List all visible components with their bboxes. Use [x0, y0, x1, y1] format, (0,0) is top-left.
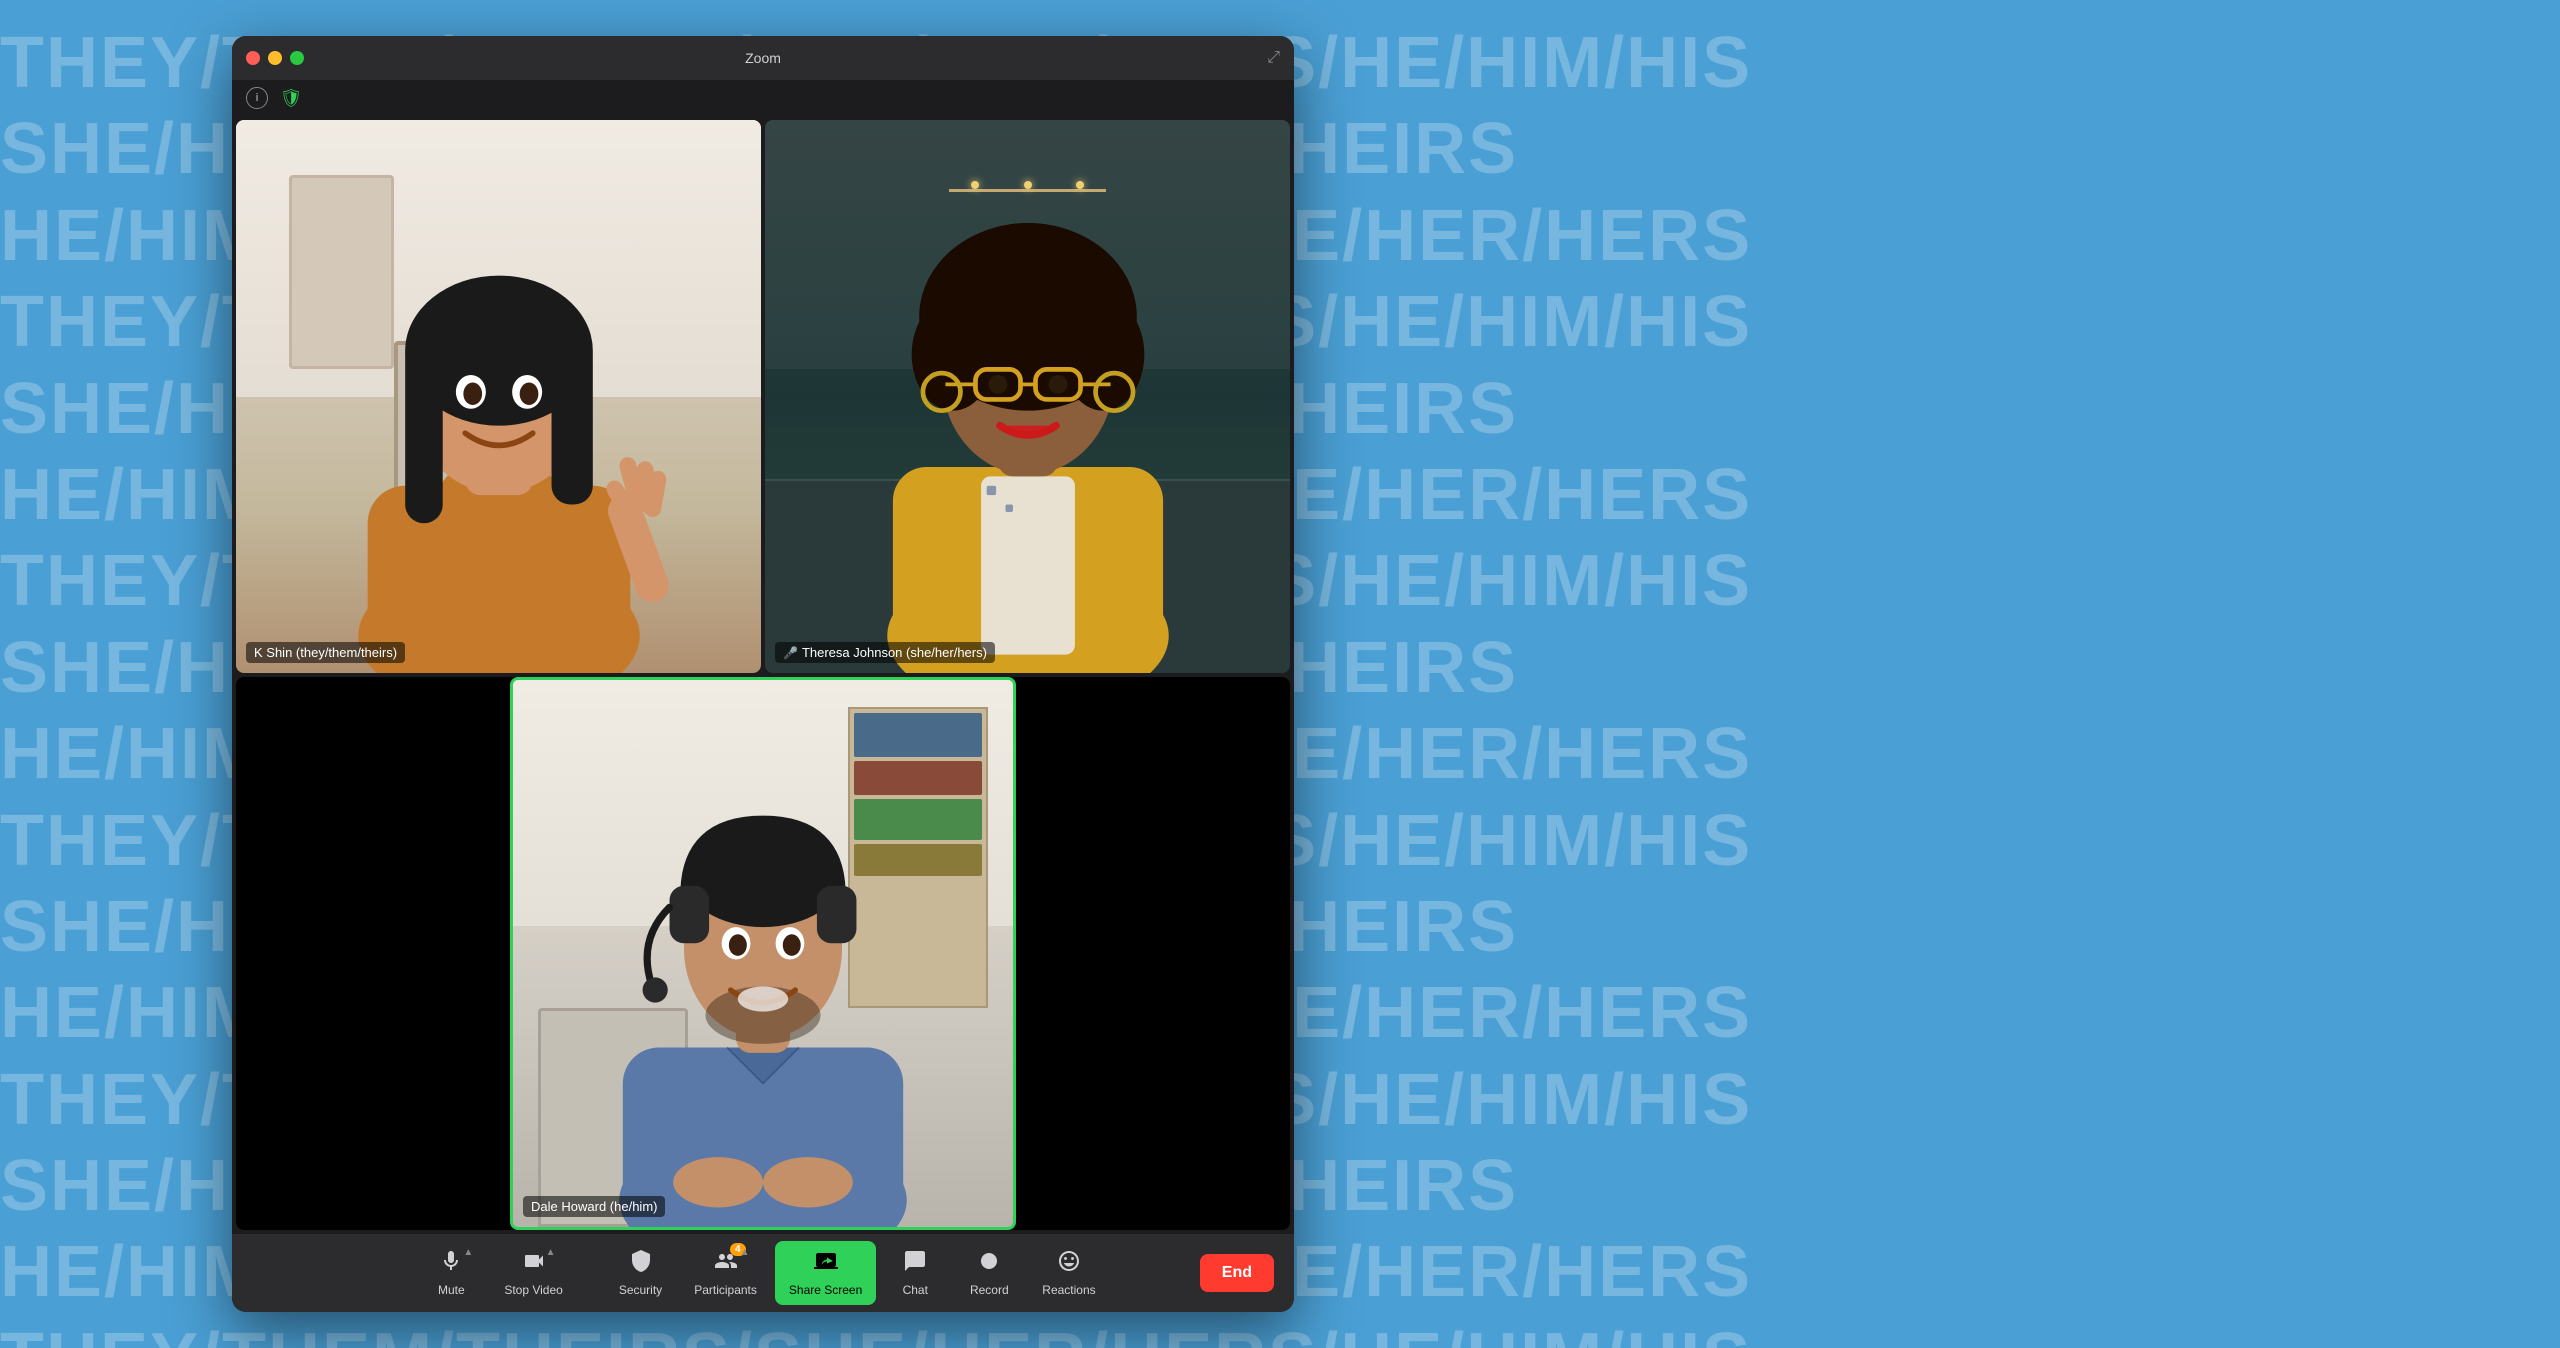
- video-cell-kshin: K Shin (they/them/theirs): [236, 120, 761, 673]
- toolbar: ▲ Mute ▲ Stop Video: [232, 1234, 1294, 1312]
- kshin-name: K Shin (they/them/theirs): [254, 645, 397, 660]
- participants-button[interactable]: 4 ▲ Participants: [680, 1241, 771, 1305]
- kshin-label: K Shin (they/them/theirs): [246, 642, 405, 663]
- security-icon: [629, 1249, 653, 1279]
- dale-label: Dale Howard (he/him): [523, 1196, 665, 1217]
- share-screen-label: Share Screen: [789, 1283, 862, 1297]
- reactions-button[interactable]: Reactions: [1028, 1241, 1109, 1305]
- share-screen-icon: [814, 1249, 838, 1279]
- security-button[interactable]: Security: [605, 1241, 676, 1305]
- toolbar-items: ▲ Mute ▲ Stop Video: [416, 1241, 1109, 1305]
- record-button[interactable]: Record: [954, 1241, 1024, 1305]
- dale-name: Dale Howard (he/him): [531, 1199, 657, 1214]
- mute-label: Mute: [438, 1283, 465, 1297]
- close-button[interactable]: [246, 51, 260, 65]
- stop-video-button[interactable]: ▲ Stop Video: [490, 1241, 577, 1305]
- video-chevron[interactable]: ▲: [546, 1247, 556, 1258]
- fullscreen-button[interactable]: [290, 51, 304, 65]
- theresa-label: 🎤 Theresa Johnson (she/her/hers): [775, 642, 995, 663]
- chat-label: Chat: [903, 1283, 928, 1297]
- info-bar: i 🛡: [232, 80, 1294, 116]
- theresa-mic-icon: 🎤: [783, 646, 798, 660]
- security-shield-icon: 🛡: [280, 87, 302, 109]
- chat-button[interactable]: Chat: [880, 1241, 950, 1305]
- video-cell-theresa: 🎤 Theresa Johnson (she/her/hers): [765, 120, 1290, 673]
- expand-control[interactable]: ⤢: [1267, 49, 1280, 67]
- info-icon[interactable]: i: [246, 87, 268, 109]
- minimize-button[interactable]: [268, 51, 282, 65]
- video-icon: ▲: [522, 1249, 546, 1279]
- traffic-lights: [246, 51, 304, 65]
- record-icon: [977, 1249, 1001, 1279]
- reactions-label: Reactions: [1042, 1283, 1095, 1297]
- security-label: Security: [619, 1283, 662, 1297]
- expand-icon: ⤢: [1267, 49, 1280, 66]
- title-bar: Zoom ⤢: [232, 36, 1294, 80]
- stop-video-label: Stop Video: [504, 1283, 563, 1297]
- participants-chevron[interactable]: ▲: [740, 1247, 750, 1258]
- window-title: Zoom: [745, 50, 781, 66]
- mute-button[interactable]: ▲ Mute: [416, 1241, 486, 1305]
- share-screen-button[interactable]: Share Screen: [775, 1241, 876, 1305]
- mute-icon: ▲: [439, 1249, 463, 1279]
- bg-row-16: THEY/THEM/THEIRS/SHE/HER/HERS/HE/HIM/HIS: [0, 1316, 2560, 1348]
- video-cell-dale: Dale Howard (he/him): [236, 677, 1290, 1230]
- zoom-window: Zoom ⤢ i 🛡: [232, 36, 1294, 1312]
- theresa-name: Theresa Johnson (she/her/hers): [802, 645, 987, 660]
- video-grid: K Shin (they/them/theirs): [232, 116, 1294, 1234]
- reactions-icon: [1057, 1249, 1081, 1279]
- mute-chevron[interactable]: ▲: [463, 1247, 473, 1258]
- record-label: Record: [970, 1283, 1009, 1297]
- participants-icon: 4 ▲: [714, 1249, 738, 1279]
- participants-label: Participants: [694, 1283, 757, 1297]
- chat-icon: [903, 1249, 927, 1279]
- end-button[interactable]: End: [1200, 1254, 1274, 1292]
